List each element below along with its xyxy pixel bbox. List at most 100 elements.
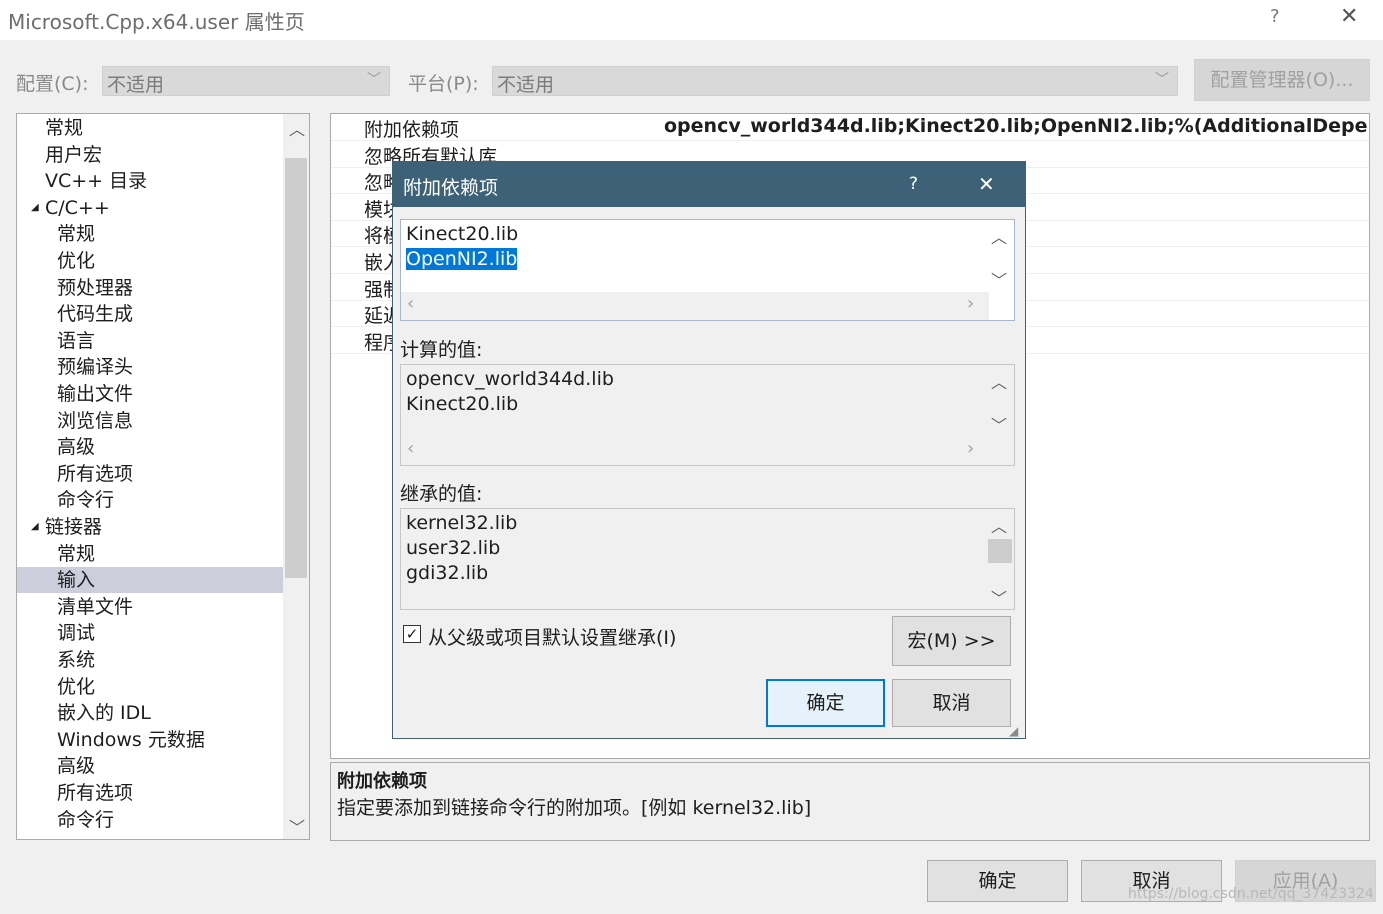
computed-label: 计算的值: [400,339,483,361]
checkmark-icon: ✓ [405,625,419,643]
tree-item[interactable]: 嵌入的 IDL [17,700,283,726]
tree-item-label: C/C++ [45,196,110,219]
property-tree: 常规 用户宏 VC++ 目录 ◢ C/C++ 常规 优化 预处理器 代码生成 语言 预编译头 输出文件… [16,113,310,840]
property-value[interactable]: opencv_world344d.lib;Kinect20.lib;OpenNI… [664,115,1369,137]
tree-item[interactable]: 优化 [17,674,283,700]
tree-item[interactable]: 命令行 [17,487,283,513]
chevron-up-icon[interactable]: ︿ [991,224,1007,248]
chevron-down-icon: ﹀ [1155,72,1169,88]
watermark: https://blog.csdn.net/qq_37423324 [1128,886,1374,902]
tree-item[interactable]: VC++ 目录 [17,168,283,194]
tree-item-label: 清单文件 [57,595,134,618]
help-icon[interactable]: ? [1270,6,1280,27]
config-value: 不适用 [107,74,165,96]
tree-item-label: 命令行 [57,489,115,512]
window-title: Microsoft.Cpp.x64.user 属性页 [8,10,305,34]
inherited-line: kernel32.lib [406,512,518,534]
tree-item-label: 链接器 [45,516,103,538]
tree-item[interactable]: 清单文件 [17,594,283,620]
tree-item-label: 代码生成 [57,303,134,326]
tree-item-label: 常规 [45,117,84,139]
tree-item[interactable]: 命令行 [17,807,283,833]
chevron-down-icon[interactable]: ﹀ [289,814,305,838]
tree-item[interactable]: 所有选项 [17,461,283,487]
chevron-up-icon[interactable]: ︿ [991,369,1007,393]
tree-item-label: 优化 [57,675,96,698]
computed-line: Kinect20.lib [406,393,519,415]
property-name: 附加依赖项 [364,119,460,141]
edit-line-selected[interactable]: OpenNI2.lib [406,248,518,270]
tree-item-label: 优化 [57,250,96,272]
resize-grip-icon[interactable]: ◢ [1009,724,1018,738]
expand-triangle-icon[interactable]: ◢ [31,514,39,540]
tree-item[interactable]: 高级 [17,753,283,779]
chevron-up-icon[interactable]: ︿ [991,513,1007,537]
tree-item[interactable]: 常规 [17,541,283,567]
inherit-checkbox-label[interactable]: 从父级或项目默认设置继承(I) [428,623,676,650]
tree-item[interactable]: 预处理器 [17,275,283,301]
chevron-left-icon[interactable]: ‹ [407,438,414,459]
macro-button[interactable]: 宏(M) >> [892,616,1011,666]
platform-combo[interactable]: 不适用 ﹀ [492,66,1178,96]
additional-dependencies-dialog: 附加依赖项 ? ✕ Kinect20.lib OpenNI2.lib ︿ ﹀ ‹… [392,161,1026,739]
tree-item[interactable]: Windows 元数据 [17,727,283,753]
chevron-down-icon[interactable]: ﹀ [991,412,1007,436]
tree-item[interactable]: 所有选项 [17,780,283,806]
tree-item[interactable]: 用户宏 [17,142,283,168]
tree-item[interactable]: 代码生成 [17,301,283,327]
tree-item-label: 浏览信息 [57,409,134,432]
chevron-up-icon[interactable]: ︿ [289,116,305,140]
tree-item-label: 所有选项 [57,782,134,804]
tree-item-label: 预编译头 [57,356,134,379]
config-manager-button[interactable]: 配置管理器(O)... [1194,59,1370,101]
tree-item[interactable]: 优化 [17,248,283,274]
inherited-scroll-thumb[interactable] [988,539,1012,563]
expand-triangle-icon[interactable]: ◢ [31,195,39,221]
chevron-right-icon[interactable]: › [967,293,974,314]
edit-line[interactable]: Kinect20.lib [406,223,518,245]
platform-value: 不适用 [497,74,555,96]
tree-item-label: Windows 元数据 [57,728,205,751]
tree-item[interactable]: 输出文件 [17,381,283,407]
window-titlebar: Microsoft.Cpp.x64.user 属性页 ? ✕ [0,0,1383,40]
description-title: 附加依赖项 [337,771,427,792]
tree-item[interactable]: 常规 [17,115,283,141]
tree-item[interactable]: ◢ C/C++ [17,195,283,221]
edit-hscrollbar[interactable]: ‹ › [401,292,989,320]
tree-item-label: 系统 [57,649,96,671]
chevron-down-icon[interactable]: ﹀ [991,585,1007,609]
dialog-caption: 附加依赖项 ? ✕ [393,162,1025,207]
tree-item[interactable]: 浏览信息 [17,408,283,434]
tree-item[interactable]: ◢ 链接器 [17,514,283,540]
tree-item[interactable]: 语言 [17,328,283,354]
tree-item-label: 高级 [57,436,96,459]
chevron-left-icon[interactable]: ‹ [407,293,414,314]
description-text: 指定要添加到链接命令行的附加项。[例如 kernel32.lib] [337,797,812,819]
inherited-values-box: kernel32.lib user32.lib gdi32.lib ︿ ﹀ [400,508,1015,610]
tree-item-label: VC++ 目录 [45,170,148,193]
tree-item[interactable]: 高级 [17,434,283,460]
dialog-cancel-button[interactable]: 取消 [892,679,1011,727]
config-combo[interactable]: 不适用 ﹀ [102,66,390,96]
tree-item[interactable]: 系统 [17,647,283,673]
dialog-title: 附加依赖项 [403,177,499,199]
tree-item-label: 语言 [57,329,96,352]
tree-scroll-thumb[interactable] [285,158,307,578]
tree-item-label: 调试 [57,622,96,645]
tree-item[interactable]: 调试 [17,620,283,646]
dialog-ok-button[interactable]: 确定 [766,679,885,727]
close-icon[interactable]: ✕ [1340,4,1358,29]
ok-button[interactable]: 确定 [927,860,1068,902]
dependencies-edit[interactable]: Kinect20.lib OpenNI2.lib ︿ ﹀ ‹ › [400,219,1015,321]
tree-item-label: 常规 [57,223,96,246]
inherit-checkbox[interactable]: ✓ [403,625,421,643]
property-row[interactable]: 附加依赖项 opencv_world344d.lib;Kinect20.lib;O… [331,114,1369,141]
chevron-right-icon[interactable]: › [967,438,974,459]
tree-item[interactable]: 常规 [17,221,283,247]
chevron-down-icon[interactable]: ﹀ [991,267,1007,291]
tree-scrollbar[interactable]: ︿ ﹀ [283,114,309,839]
tree-item[interactable]: 输入 [17,567,283,594]
close-icon[interactable]: ✕ [978,172,995,196]
help-icon[interactable]: ? [909,174,918,194]
tree-item[interactable]: 预编译头 [17,354,283,380]
